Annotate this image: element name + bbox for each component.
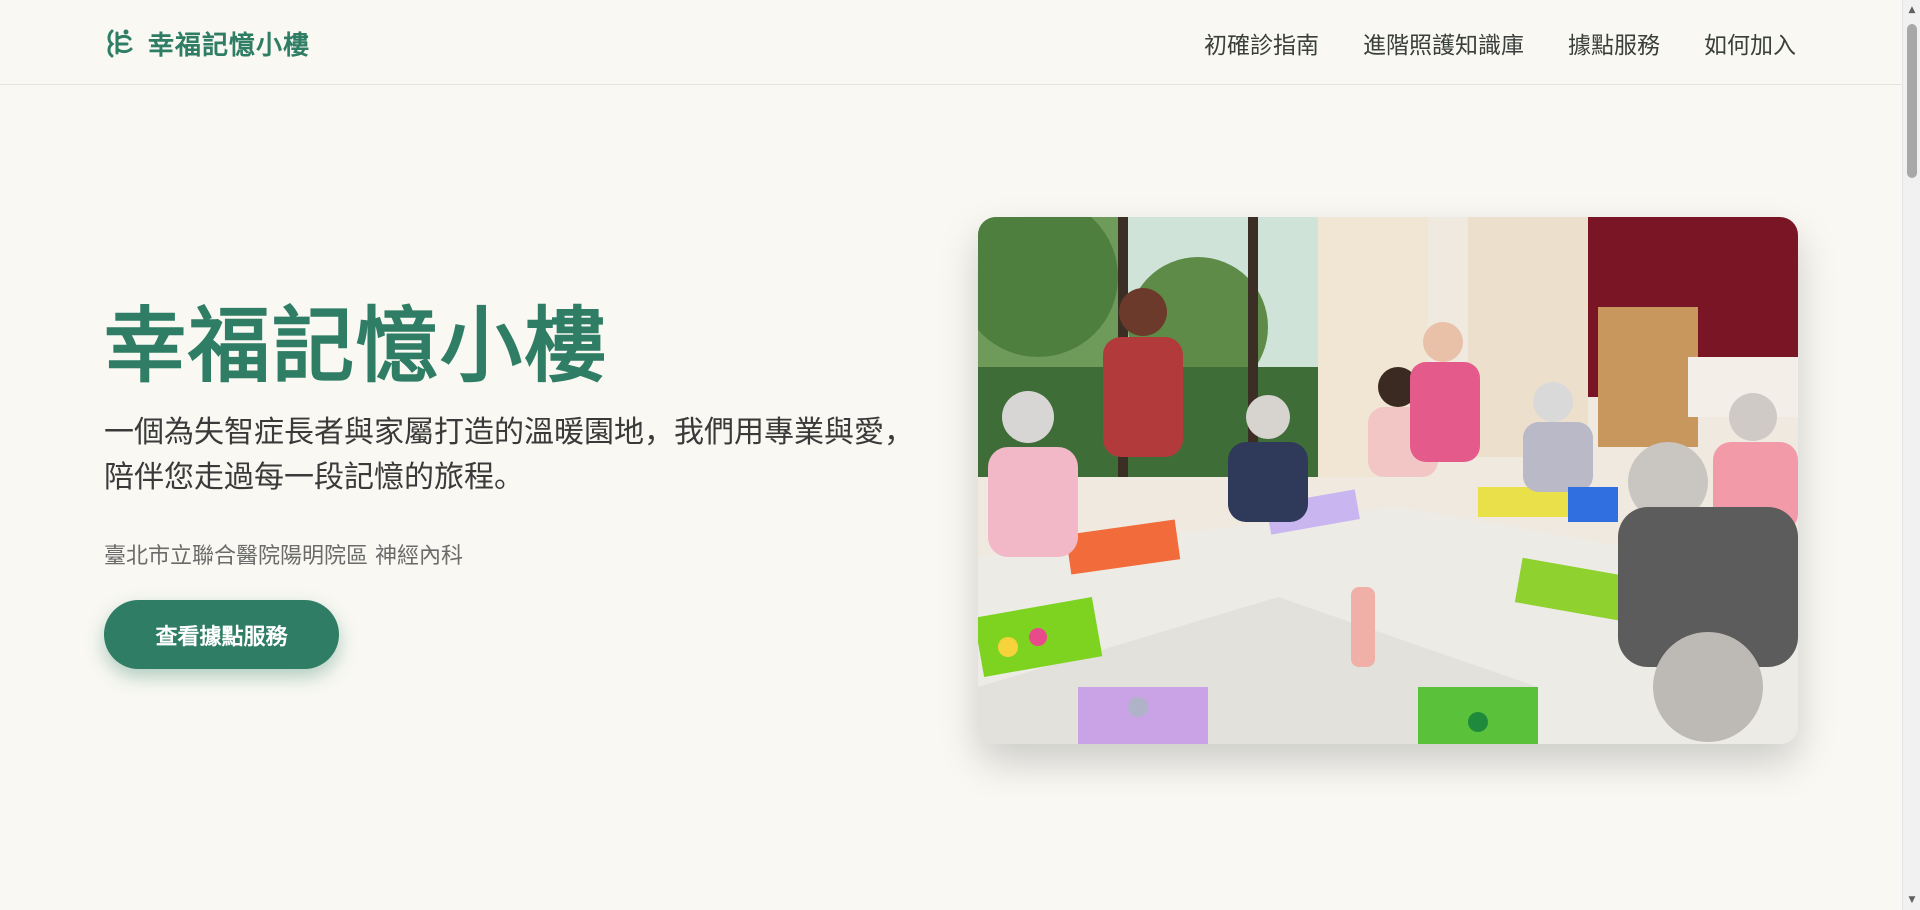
nav-item-advanced-care-knowledge[interactable]: 進階照護知識庫 [1363,26,1524,60]
page: 幸福記憶小樓 初確診指南 進階照護知識庫 據點服務 如何加入 幸福記憶小樓 一個… [0,0,1920,910]
activity-photo-illustration [978,217,1798,744]
memory-leaf-icon [107,29,133,58]
view-services-button[interactable]: 查看據點服務 [104,600,339,669]
site-header: 幸福記憶小樓 初確診指南 進階照護知識庫 據點服務 如何加入 [0,0,1902,85]
scrollbar-thumb[interactable] [1907,24,1917,178]
brand-logo-link[interactable]: 幸福記憶小樓 [104,24,310,62]
hero-description: 一個為失智症長者與家屬打造的溫暖園地，我們用專業與愛，陪伴您走過每一段記憶的旅程… [104,415,914,495]
triangle-down-icon[interactable]: ▼ [1903,892,1920,908]
vertical-scrollbar[interactable]: ▲ ▼ [1902,0,1920,910]
nav-item-first-diagnosis-guide[interactable]: 初確診指南 [1204,26,1319,60]
nav-item-how-to-join[interactable]: 如何加入 [1704,26,1796,60]
hero-organization: 臺北市立聯合醫院陽明院區 神經內科 [104,544,463,569]
brand-name: 幸福記憶小樓 [148,30,311,61]
nav-item-center-services[interactable]: 據點服務 [1568,26,1660,60]
hero-title: 幸福記憶小樓 [104,299,609,394]
triangle-up-icon[interactable]: ▲ [1903,2,1920,18]
hero-photo [978,217,1798,744]
main-nav: 初確診指南 進階照護知識庫 據點服務 如何加入 [1204,24,1796,62]
